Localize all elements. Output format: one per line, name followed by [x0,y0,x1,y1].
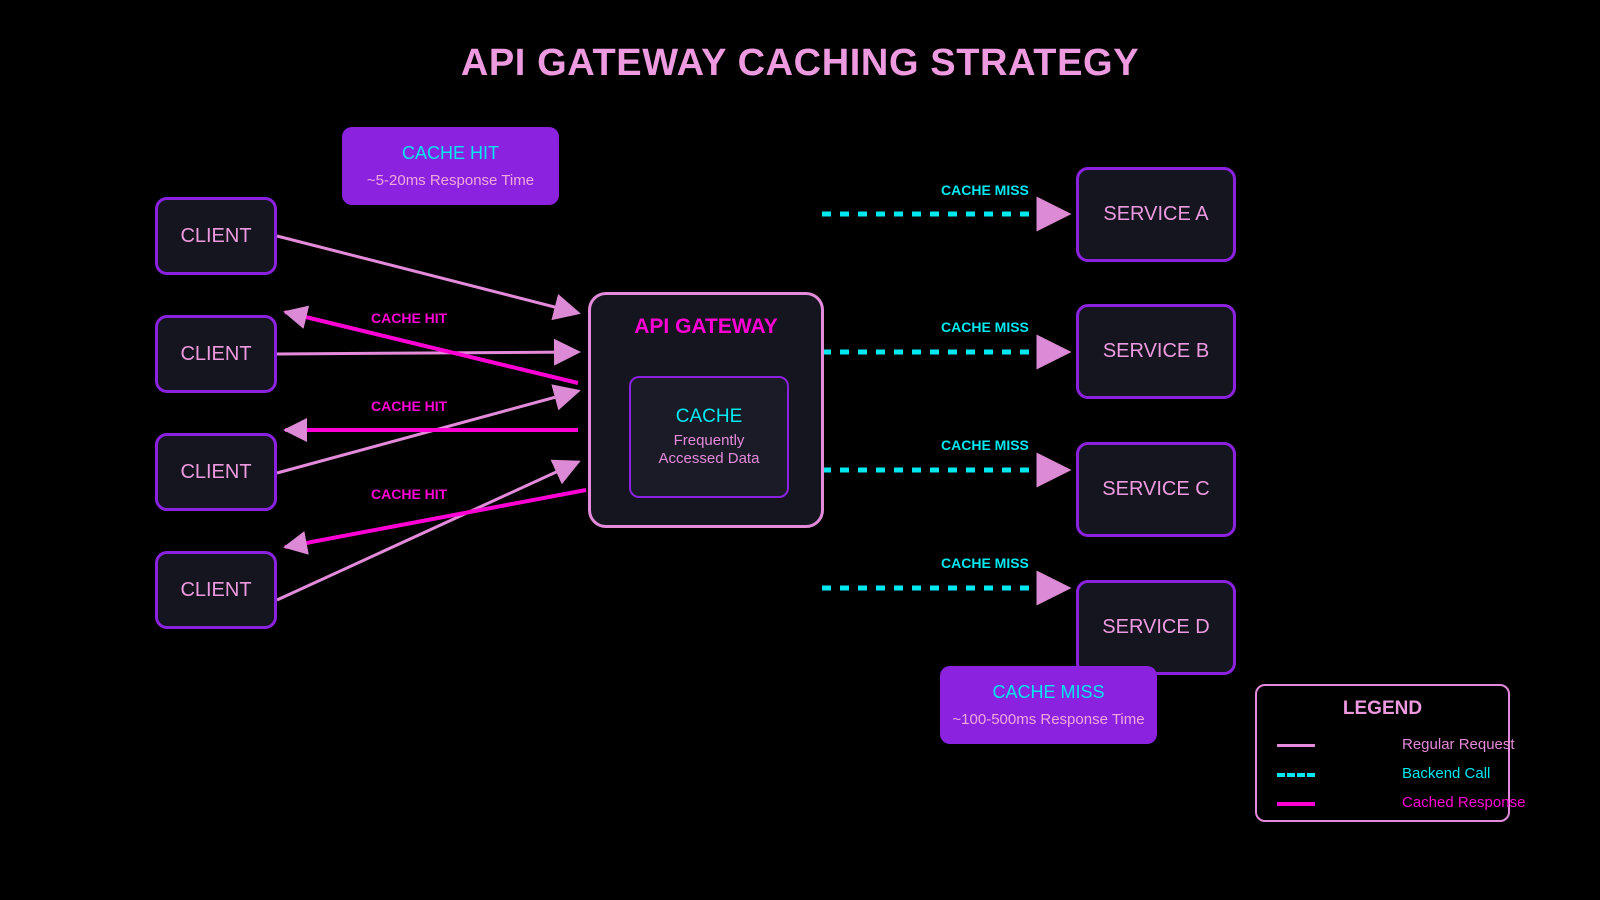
callout-cache-hit-title: CACHE HIT [401,143,499,163]
api-gateway-title: API GATEWAY [634,315,778,338]
page-title: API GATEWAY CACHING STRATEGY [460,42,1140,84]
edge-label-cache-miss-b: CACHE MISS [941,319,1029,335]
service-node-d[interactable]: SERVICE D [1076,580,1236,675]
client-label: CLIENT [180,342,252,365]
legend-title: LEGEND [1342,698,1423,719]
legend-row-backend-call: Backend Call [1257,765,1508,785]
edge-cached-response-group [283,305,587,555]
legend-label-cached-response: Cached Response [1402,794,1526,811]
cache-subtitle-line-2: Accessed Data [658,450,760,467]
edge-label-cache-hit-1: CACHE HIT [371,310,448,326]
client-node-2[interactable]: CLIENT [155,315,277,393]
legend: LEGEND Regular Request Backend Call Cach… [1255,684,1525,822]
client-label: CLIENT [180,224,252,247]
client-node-1[interactable]: CLIENT [155,197,277,275]
service-label: SERVICE B [1102,340,1210,362]
edge-label-cache-miss-c: CACHE MISS [941,437,1029,453]
service-label: SERVICE C [1102,478,1210,500]
legend-row-cached-response: Cached Response [1257,794,1525,814]
service-node-c[interactable]: SERVICE C [1076,442,1236,537]
client-node-4[interactable]: CLIENT [155,551,277,629]
edge-client-request-group [276,234,581,602]
edge-backend-call-group [822,196,1072,606]
callout-cache-hit-subtitle: ~5-20ms Response Time [366,172,535,189]
edge-label-cache-hit-2: CACHE HIT [371,398,448,414]
legend-label-regular-request: Regular Request [1402,736,1515,753]
legend-swatch-backend-call-icon [1277,773,1315,777]
cache-title: CACHE [675,406,743,427]
service-label: SERVICE A [1103,203,1209,225]
callout-cache-miss-subtitle: ~100-500ms Response Time [952,711,1145,728]
service-node-a[interactable]: SERVICE A [1076,167,1236,262]
cache-node[interactable]: CACHE Frequently Accessed Data [629,376,789,498]
cache-subtitle-line-1: Frequently [673,432,745,449]
legend-swatch-cached-response-icon [1277,802,1315,806]
service-label: SERVICE D [1102,616,1210,638]
diagram-canvas: API GATEWAY CACHING STRATEGY CLIENT CLIE… [0,0,1600,900]
client-node-3[interactable]: CLIENT [155,433,277,511]
api-gateway-node[interactable]: API GATEWAY CACHE Frequently Accessed Da… [588,292,824,528]
edge-client1-to-gateway [276,234,581,321]
callout-cache-miss: CACHE MISS ~100-500ms Response Time [940,666,1157,744]
callout-cache-miss-title: CACHE MISS [992,682,1105,702]
client-label: CLIENT [180,578,252,601]
edge-label-cache-hit-3: CACHE HIT [371,486,448,502]
legend-swatch-regular-request-icon [1277,744,1315,747]
edge-client4-to-gateway [276,459,581,602]
service-node-b[interactable]: SERVICE B [1076,304,1236,399]
callout-cache-hit: CACHE HIT ~5-20ms Response Time [342,127,559,205]
edge-client2-to-gateway [276,338,581,366]
client-label: CLIENT [180,460,252,483]
legend-label-backend-call: Backend Call [1402,765,1491,782]
legend-row-regular-request: Regular Request [1257,736,1515,756]
edge-label-cache-miss-d: CACHE MISS [941,555,1029,571]
edge-label-cache-miss-a: CACHE MISS [941,182,1029,198]
